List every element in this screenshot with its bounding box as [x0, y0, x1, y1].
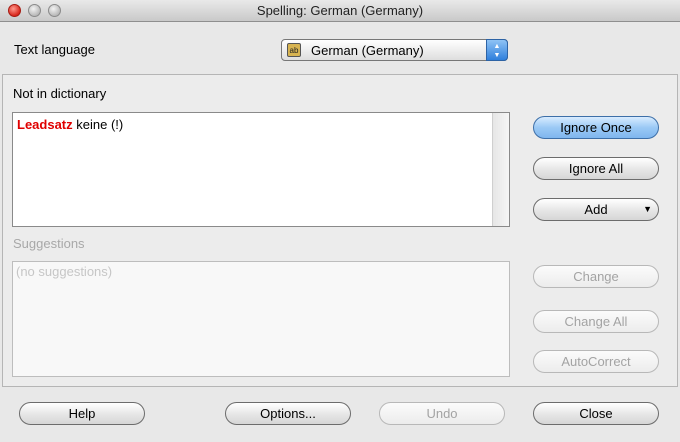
- window-title: Spelling: German (Germany): [256, 3, 424, 18]
- ignore-all-button[interactable]: Ignore All: [533, 157, 659, 180]
- not-in-dictionary-label: Not in dictionary: [13, 86, 107, 101]
- undo-button[interactable]: Undo: [379, 402, 505, 425]
- not-in-dictionary-textarea[interactable]: Leadsatz keine (!): [12, 112, 510, 227]
- text-language-select[interactable]: ab German (Germany) ▲ ▼: [281, 39, 508, 61]
- text-language-label: Text language: [14, 42, 95, 57]
- change-all-button[interactable]: Change All: [533, 310, 659, 333]
- language-flag-icon: ab: [287, 43, 301, 57]
- change-button[interactable]: Change: [533, 265, 659, 288]
- text-language-value: German (Germany): [311, 43, 424, 58]
- autocorrect-button[interactable]: AutoCorrect: [533, 350, 659, 373]
- add-button[interactable]: Add ▼: [533, 198, 659, 221]
- updown-arrows-icon: ▲ ▼: [486, 39, 508, 61]
- textarea-scrollbar[interactable]: [492, 113, 509, 226]
- help-button[interactable]: Help: [19, 402, 145, 425]
- context-text: keine (!): [72, 117, 124, 132]
- suggestions-placeholder: (no suggestions): [16, 264, 113, 279]
- not-in-dictionary-text: Leadsatz keine (!): [17, 117, 123, 132]
- add-button-label: Add: [584, 202, 608, 217]
- title-bar[interactable]: Spelling: German (Germany): [0, 0, 680, 22]
- suggestions-list[interactable]: (no suggestions): [12, 261, 510, 377]
- suggestions-label: Suggestions: [13, 236, 85, 251]
- options-button[interactable]: Options...: [225, 402, 351, 425]
- chevron-down-icon: ▼: [643, 204, 652, 214]
- misspelled-word: Leadsatz: [17, 117, 73, 132]
- ignore-once-button[interactable]: Ignore Once: [533, 116, 659, 139]
- close-button[interactable]: Close: [533, 402, 659, 425]
